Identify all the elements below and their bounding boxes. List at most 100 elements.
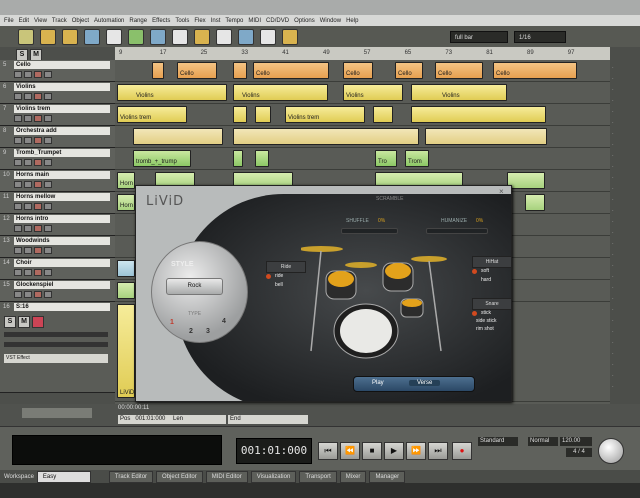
clip[interactable]: Violins — [233, 84, 328, 101]
clip[interactable] — [411, 106, 546, 123]
scrub-tool-icon[interactable] — [216, 28, 232, 45]
track-header[interactable]: 8 Orchestra add — [0, 126, 115, 148]
clip[interactable]: Cello — [177, 62, 217, 79]
volume-fader[interactable] — [4, 332, 108, 337]
mute-button[interactable] — [14, 269, 22, 276]
ruler-tool-icon[interactable] — [282, 28, 298, 45]
position-counter[interactable]: 001:01:000 — [236, 438, 312, 464]
monitor-button[interactable] — [44, 269, 52, 276]
clip[interactable] — [255, 106, 271, 123]
clip[interactable]: Trom — [405, 150, 429, 167]
record-arm-button[interactable] — [34, 203, 42, 210]
track-header[interactable]: 14 Choir — [0, 258, 115, 280]
check-icon[interactable] — [260, 28, 276, 45]
pan-fader[interactable] — [4, 342, 108, 347]
menu-item-view[interactable]: View — [34, 18, 47, 24]
menu-item-effects[interactable]: Effects — [152, 18, 170, 24]
track-name[interactable]: Orchestra add — [14, 127, 110, 135]
clip[interactable]: Horn — [117, 172, 135, 189]
clip[interactable] — [425, 128, 547, 145]
play-bar[interactable]: Play Verse — [353, 376, 475, 392]
tab-object-editor[interactable]: Object Editor — [156, 470, 203, 483]
menu-item-window[interactable]: Window — [320, 18, 341, 24]
menu-item-help[interactable]: Help — [346, 18, 358, 24]
record-arm-button[interactable] — [34, 159, 42, 166]
ride-option-bell[interactable]: bell — [275, 282, 283, 288]
menu-item-file[interactable]: File — [4, 18, 14, 24]
track-header[interactable]: 6 Violins — [0, 82, 115, 104]
track-header[interactable]: 7 Violins trem — [0, 104, 115, 126]
play-button[interactable]: ▶ — [384, 442, 404, 460]
track-name[interactable]: Choir — [14, 259, 110, 267]
menu-item-object[interactable]: Object — [72, 18, 89, 24]
monitor-button[interactable] — [44, 71, 52, 78]
mute-button[interactable] — [14, 181, 22, 188]
close-icon[interactable]: × — [499, 188, 507, 196]
record-arm-button[interactable] — [32, 316, 44, 328]
quantize-combo[interactable]: full bar — [450, 30, 508, 43]
style-select[interactable]: Rock — [166, 278, 223, 295]
record-arm-button[interactable] — [34, 115, 42, 122]
clip[interactable]: Cello — [343, 62, 373, 79]
clip[interactable] — [133, 128, 223, 145]
hihat-radio[interactable] — [472, 269, 477, 274]
pointer-tool-icon[interactable] — [172, 28, 188, 45]
signature-field[interactable]: 4 / 4 — [566, 448, 592, 457]
mute-button[interactable]: M — [18, 316, 30, 328]
mute-button[interactable] — [14, 71, 22, 78]
clip[interactable]: Violins — [343, 84, 403, 101]
track-header[interactable]: 9 Tromb_Trumpet — [0, 148, 115, 170]
mode-select[interactable]: Standard — [478, 437, 518, 446]
mute-button[interactable] — [14, 247, 22, 254]
clip[interactable]: Horn — [117, 194, 135, 211]
track-header[interactable]: 5 Cello — [0, 60, 115, 82]
mute-button[interactable] — [14, 137, 22, 144]
section-select[interactable]: Verse — [409, 380, 441, 386]
track-header[interactable]: 15 Glockenspiel — [0, 280, 115, 302]
track-name[interactable]: Cello — [14, 61, 110, 69]
menu-item-inst[interactable]: Inst — [211, 18, 221, 24]
solo-button[interactable] — [24, 115, 32, 122]
monitor-button[interactable] — [44, 137, 52, 144]
solo-button[interactable] — [24, 203, 32, 210]
forward-end-button[interactable]: ⏭ — [428, 442, 448, 460]
track-header-expanded[interactable]: 16 S:16 S M VST Effect — [0, 302, 115, 393]
zoom-tool-icon[interactable] — [238, 28, 254, 45]
monitor-button[interactable] — [44, 247, 52, 254]
len-field[interactable]: Len — [171, 415, 226, 424]
mute-button[interactable] — [14, 159, 22, 166]
record-arm-button[interactable] — [34, 71, 42, 78]
mixer-view-icon[interactable] — [106, 28, 122, 45]
cut-tool-icon[interactable] — [128, 28, 144, 45]
record-arm-button[interactable] — [34, 225, 42, 232]
forward-button[interactable]: ⏩ — [406, 442, 426, 460]
solo-button[interactable] — [24, 93, 32, 100]
clip[interactable] — [233, 62, 247, 79]
solo-button[interactable]: S — [4, 316, 16, 328]
track-name[interactable]: Glockenspiel — [14, 281, 110, 289]
mute-button[interactable] — [14, 225, 22, 232]
tab-midi-editor[interactable]: MIDI Editor — [205, 470, 248, 483]
track-header[interactable]: 12 Horns intro — [0, 214, 115, 236]
save-icon[interactable] — [18, 28, 34, 45]
monitor-button[interactable] — [44, 93, 52, 100]
clip[interactable] — [233, 106, 247, 123]
record-button[interactable]: ● — [452, 442, 472, 460]
track-name[interactable]: S:16 — [14, 303, 110, 311]
solo-button[interactable] — [24, 247, 32, 254]
clip[interactable]: Cello — [435, 62, 483, 79]
humanize-slider[interactable] — [426, 228, 488, 234]
type-4[interactable]: 4 — [222, 318, 226, 325]
monitor-button[interactable] — [44, 203, 52, 210]
stop-button[interactable]: ■ — [362, 442, 382, 460]
snare-radio[interactable] — [472, 311, 477, 316]
tempo-field[interactable]: 120.00 — [560, 437, 592, 446]
clip[interactable]: Violins trem — [117, 106, 187, 123]
clip[interactable]: tromb_+_trump — [133, 150, 191, 167]
solo-button[interactable] — [24, 291, 32, 298]
play-label[interactable]: Play — [372, 380, 384, 386]
open-folder-icon[interactable] — [40, 28, 56, 45]
monitor-button[interactable] — [44, 159, 52, 166]
clip[interactable] — [117, 282, 135, 299]
clip[interactable] — [255, 150, 269, 167]
